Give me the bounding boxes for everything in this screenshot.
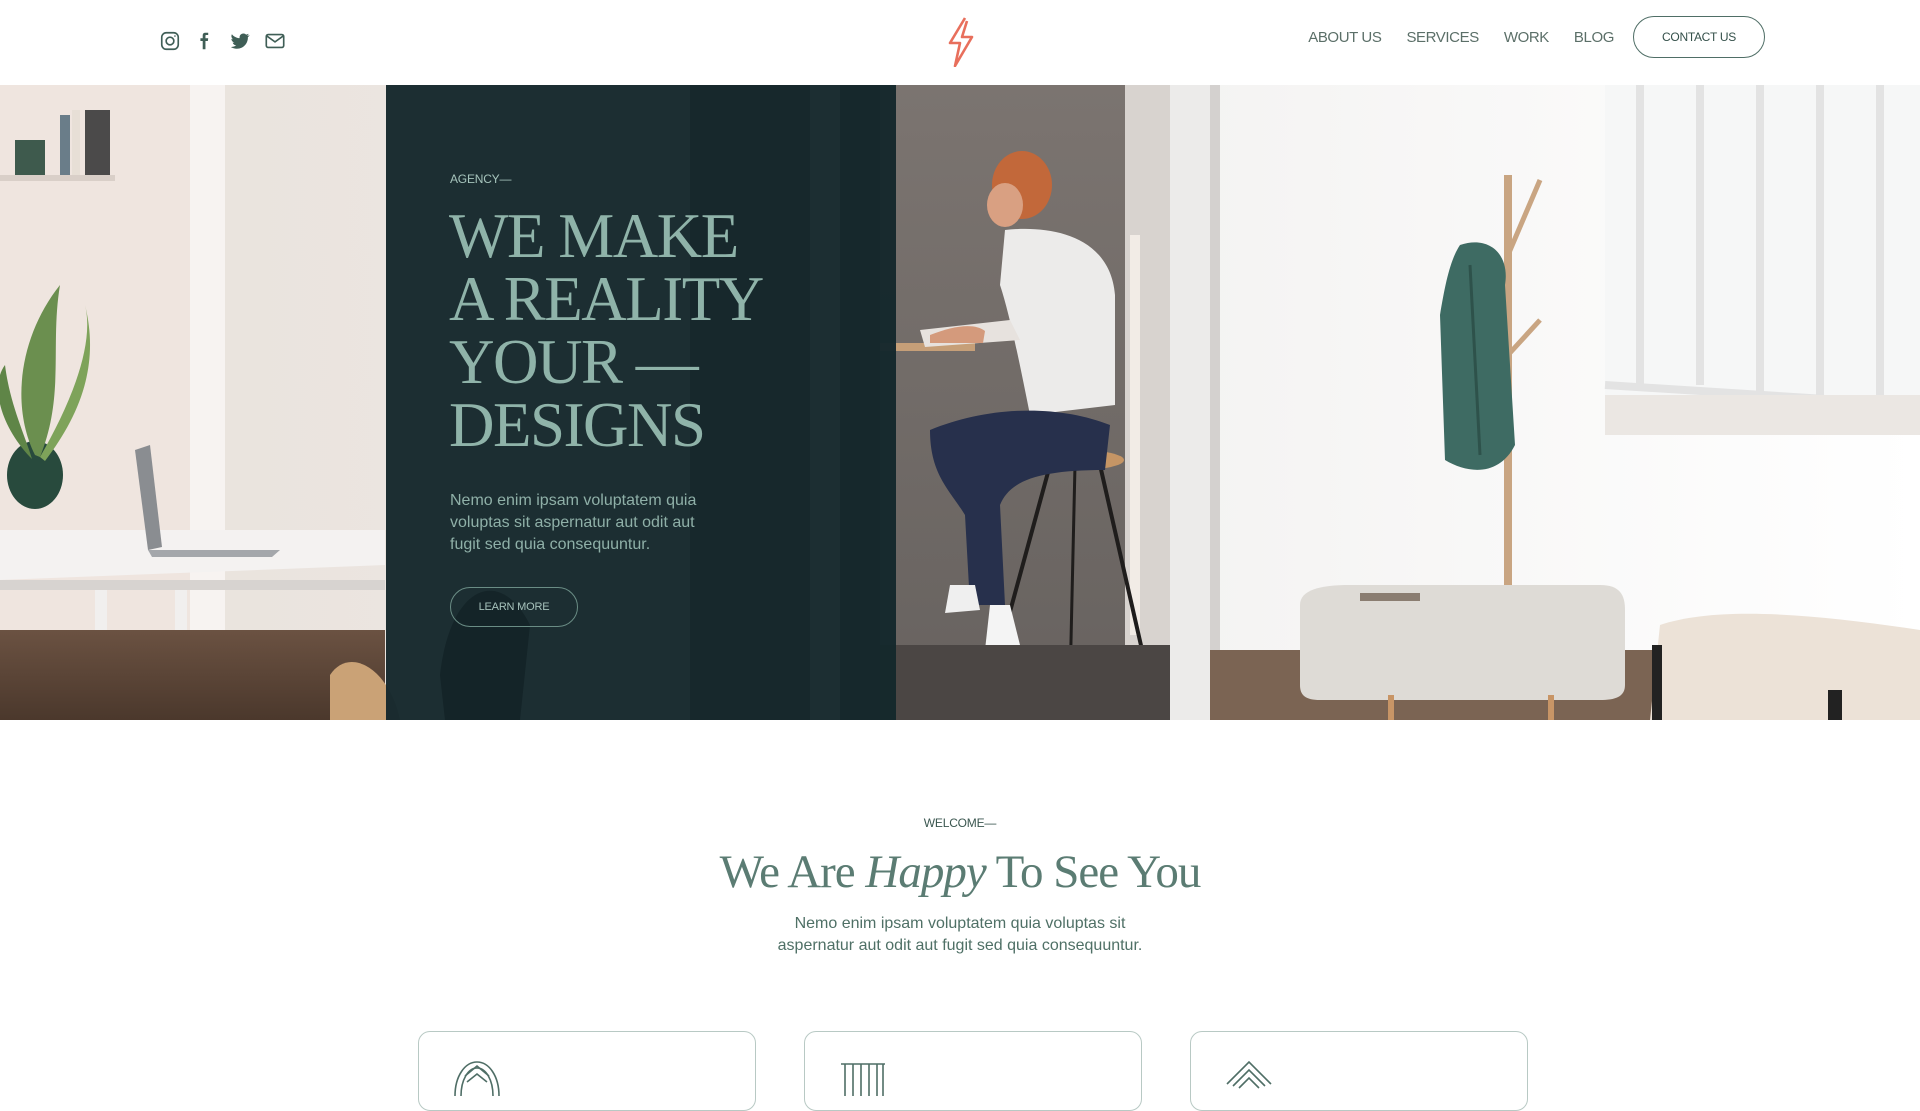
site-header: ABOUT US SERVICES WORK BLOG CONTACT US (0, 0, 1920, 85)
learn-more-button[interactable]: LEARN MORE (450, 587, 578, 627)
welcome-title-end: To See You (985, 846, 1202, 898)
contact-us-button[interactable]: CONTACT US (1633, 16, 1765, 58)
hero-section: AGENCY— WE MAKE A REALITY YOUR — DESIGNS… (0, 85, 1920, 720)
arch-icon (453, 1056, 501, 1104)
hero-title: WE MAKE A REALITY YOUR — DESIGNS (449, 205, 779, 457)
service-card[interactable] (418, 1031, 756, 1111)
welcome-description: Nemo enim ipsam voluptatem quia voluptas… (777, 915, 1143, 954)
service-card[interactable] (804, 1031, 1142, 1111)
facebook-icon[interactable] (194, 30, 216, 52)
welcome-title-emphasis: Happy (865, 846, 986, 898)
welcome-title-start: We Are (719, 846, 866, 898)
hero-eyebrow: AGENCY— (450, 172, 512, 186)
instagram-icon[interactable] (159, 30, 181, 52)
lightning-bolt-logo[interactable] (941, 17, 979, 67)
hero-description: Nemo enim ipsam voluptatem quia voluptas… (450, 492, 697, 553)
welcome-eyebrow: WELCOME— (923, 816, 997, 830)
welcome-title: We Are Happy To See You (0, 842, 1920, 902)
twitter-icon[interactable] (229, 30, 251, 52)
hero-title-line: WE MAKE (449, 201, 739, 271)
columns-icon (839, 1056, 887, 1104)
hero-title-line: A REALITY (449, 264, 764, 334)
nav-work[interactable]: WORK (1504, 29, 1549, 46)
hero-title-line: DESIGNS (449, 390, 706, 460)
main-nav: ABOUT US SERVICES WORK BLOG CONTACT US (1308, 16, 1765, 58)
hero-title-line: YOUR — (449, 327, 699, 397)
nav-services[interactable]: SERVICES (1406, 29, 1479, 46)
nav-blog[interactable]: BLOG (1574, 29, 1614, 46)
hero-photo (0, 85, 1920, 720)
mail-icon[interactable] (264, 30, 286, 52)
roof-icon (1225, 1056, 1273, 1104)
nav-about-us[interactable]: ABOUT US (1308, 29, 1382, 46)
service-card[interactable] (1190, 1031, 1528, 1111)
social-links (159, 30, 286, 52)
